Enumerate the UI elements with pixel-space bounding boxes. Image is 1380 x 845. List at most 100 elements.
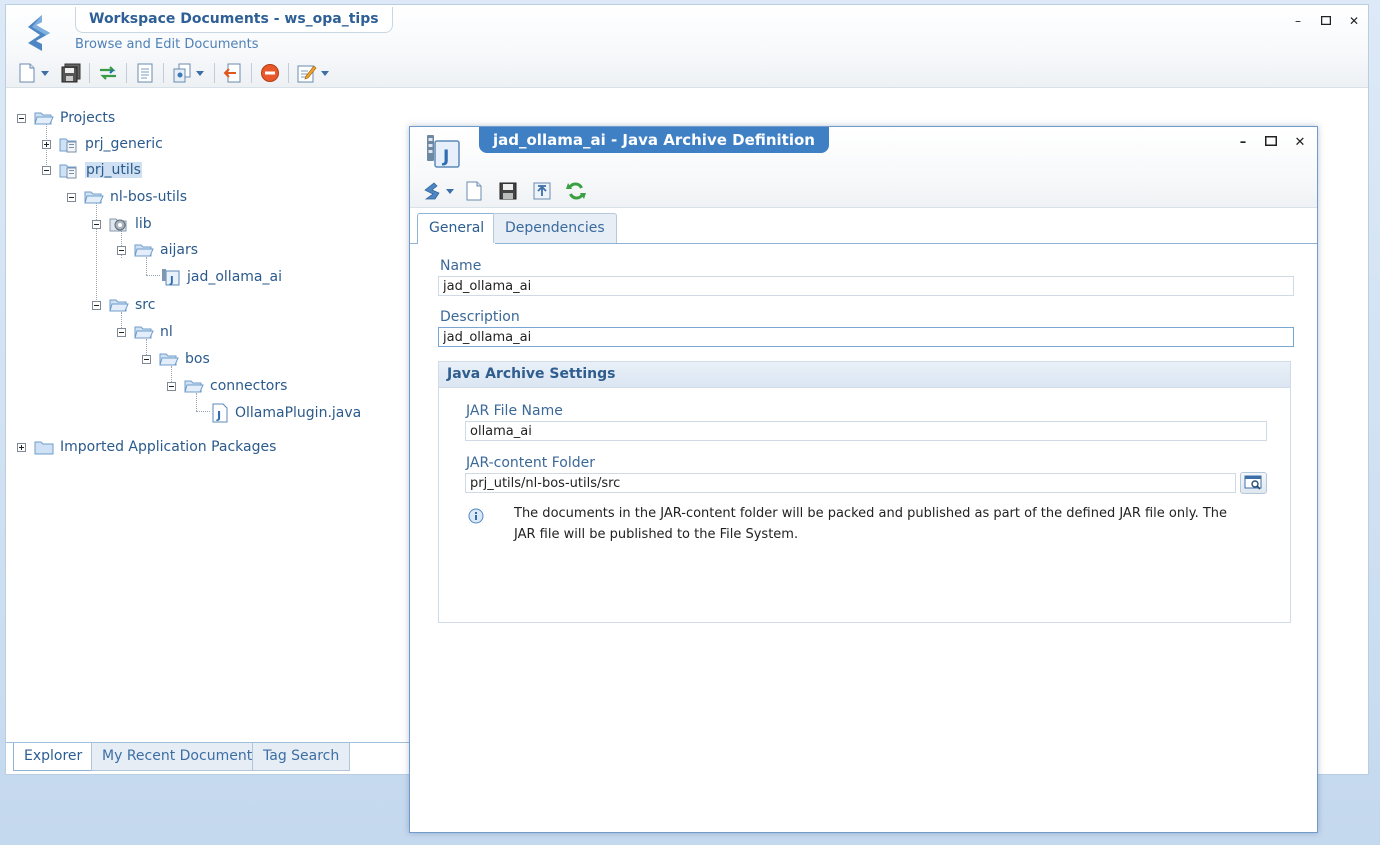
cancel-icon[interactable] bbox=[259, 62, 281, 84]
tree-node-label[interactable]: OllamaPlugin.java bbox=[235, 405, 361, 421]
tree-node-jad-ollama-ai[interactable]: J jad_ollama_ai bbox=[161, 267, 282, 287]
info-message: The documents in the JAR-content folder … bbox=[514, 506, 1228, 542]
collapse-icon[interactable] bbox=[67, 192, 76, 202]
jar-file-name-label: JAR File Name bbox=[466, 403, 563, 419]
svg-text:J: J bbox=[169, 275, 174, 286]
project-icon bbox=[59, 164, 77, 179]
browse-search-icon bbox=[1244, 475, 1261, 490]
expand-icon[interactable] bbox=[17, 442, 26, 452]
collapse-icon[interactable] bbox=[117, 327, 126, 337]
description-field[interactable] bbox=[438, 327, 1294, 347]
expand-icon[interactable] bbox=[42, 139, 51, 149]
description-label: Description bbox=[440, 309, 520, 325]
project-icon bbox=[59, 138, 77, 153]
collapse-icon[interactable] bbox=[167, 381, 176, 391]
tree-node-label[interactable]: connectors bbox=[210, 378, 287, 394]
tree-node-nl-bos-utils[interactable]: nl-bos-utils bbox=[67, 187, 187, 207]
edit-dropdown-chevron-icon[interactable] bbox=[320, 62, 330, 84]
svg-text:J: J bbox=[442, 147, 449, 167]
app-logo-icon bbox=[28, 15, 50, 51]
folder-open-icon bbox=[184, 380, 204, 393]
toolbar-divider bbox=[214, 63, 215, 83]
document-icon[interactable] bbox=[134, 62, 156, 84]
new-document-icon[interactable] bbox=[463, 180, 485, 202]
tree-node-connectors[interactable]: connectors bbox=[167, 376, 287, 396]
tab-dependencies[interactable]: Dependencies bbox=[493, 213, 617, 243]
java-archive-icon: J bbox=[162, 269, 180, 286]
tree-node-prj-utils[interactable]: prj_utils bbox=[42, 160, 142, 180]
folder-open-icon bbox=[134, 326, 154, 339]
edit-icon[interactable] bbox=[296, 62, 318, 84]
new-dropdown-chevron-icon[interactable] bbox=[40, 62, 50, 84]
dialog-minimize-button[interactable]: – bbox=[1235, 135, 1251, 151]
dialog-tab-bar: General Dependencies bbox=[410, 213, 1317, 244]
tree-node-bos[interactable]: bos bbox=[142, 349, 210, 369]
tree-node-label[interactable]: lib bbox=[135, 216, 152, 232]
dialog-toolbar bbox=[421, 180, 589, 202]
save-icon[interactable] bbox=[497, 180, 519, 202]
tree-node-label[interactable]: prj_utils bbox=[85, 162, 142, 178]
collapse-icon[interactable] bbox=[142, 354, 151, 364]
name-field[interactable] bbox=[438, 276, 1294, 296]
save-all-icon[interactable] bbox=[60, 62, 82, 84]
toolbar-divider bbox=[126, 63, 127, 83]
tree-node-aijars[interactable]: aijars bbox=[117, 240, 198, 260]
tree-node-label[interactable]: bos bbox=[185, 351, 210, 367]
tree-node-label[interactable]: src bbox=[135, 297, 155, 313]
svg-text:J: J bbox=[216, 409, 221, 422]
copy-dropdown-chevron-icon[interactable] bbox=[195, 62, 205, 84]
folder-open-icon bbox=[134, 244, 154, 257]
tab-my-recent-documents[interactable]: My Recent Documents bbox=[91, 743, 271, 771]
tab-general[interactable]: General bbox=[417, 213, 497, 244]
browse-folder-button[interactable] bbox=[1240, 472, 1267, 494]
tree-node-prj-generic[interactable]: prj_generic bbox=[42, 134, 163, 154]
tree-node-nl[interactable]: nl bbox=[117, 322, 173, 342]
group-title: Java Archive Settings bbox=[439, 362, 1290, 388]
java-file-icon: J bbox=[212, 403, 228, 423]
toolbar-divider bbox=[251, 63, 252, 83]
tree-node-label[interactable]: nl-bos-utils bbox=[110, 189, 187, 205]
tree-node-label[interactable]: jad_ollama_ai bbox=[187, 269, 282, 285]
tree-node-label[interactable]: prj_generic bbox=[85, 136, 163, 152]
dialog-close-button[interactable]: ✕ bbox=[1292, 135, 1308, 151]
tree-node-lib[interactable]: lib bbox=[92, 214, 152, 234]
tree-node-imported-packages[interactable]: Imported Application Packages bbox=[17, 437, 276, 457]
library-gear-icon bbox=[109, 218, 127, 232]
tree-node-ollama-plugin[interactable]: J OllamaPlugin.java bbox=[211, 403, 361, 423]
copy-icon[interactable] bbox=[171, 62, 193, 84]
java-archive-dialog: J jad_ollama_ai - Java Archive Definitio… bbox=[409, 126, 1318, 833]
collapse-icon[interactable] bbox=[117, 245, 126, 255]
info-icon bbox=[468, 508, 484, 524]
sync-icon[interactable] bbox=[97, 62, 119, 84]
tab-explorer[interactable]: Explorer bbox=[13, 743, 94, 771]
jar-content-folder-field[interactable] bbox=[465, 473, 1236, 493]
jar-file-name-field[interactable] bbox=[465, 421, 1267, 441]
navigate-dropdown-chevron-icon[interactable] bbox=[445, 180, 455, 202]
minimize-button[interactable]: – bbox=[1291, 14, 1305, 28]
dialog-maximize-button[interactable] bbox=[1263, 135, 1279, 151]
folder-open-icon bbox=[109, 299, 129, 312]
tree-node-label[interactable]: Imported Application Packages bbox=[60, 439, 276, 455]
folder-open-icon bbox=[84, 191, 104, 204]
export-icon[interactable] bbox=[222, 62, 244, 84]
java-archive-settings-group: Java Archive Settings JAR File Name JAR-… bbox=[438, 361, 1291, 623]
tab-tag-search[interactable]: Tag Search bbox=[252, 743, 351, 771]
navigate-icon[interactable] bbox=[421, 180, 443, 202]
collapse-icon[interactable] bbox=[92, 300, 101, 310]
dialog-header: J jad_ollama_ai - Java Archive Definitio… bbox=[410, 127, 1317, 208]
folder-icon bbox=[34, 441, 54, 455]
dialog-title: jad_ollama_ai - Java Archive Definition bbox=[479, 127, 829, 153]
maximize-button[interactable] bbox=[1319, 14, 1333, 28]
tree-node-projects[interactable]: Projects bbox=[17, 108, 115, 128]
tree-node-label[interactable]: nl bbox=[160, 324, 173, 340]
collapse-icon[interactable] bbox=[17, 113, 26, 123]
tree-node-src[interactable]: src bbox=[92, 295, 155, 315]
collapse-icon[interactable] bbox=[42, 165, 51, 175]
collapse-icon[interactable] bbox=[92, 219, 101, 229]
close-button[interactable]: ✕ bbox=[1347, 14, 1361, 28]
tree-node-label[interactable]: Projects bbox=[60, 110, 115, 126]
publish-icon[interactable] bbox=[531, 180, 553, 202]
tree-node-label[interactable]: aijars bbox=[160, 242, 198, 258]
new-document-icon[interactable] bbox=[16, 62, 38, 84]
refresh-icon[interactable] bbox=[565, 180, 587, 202]
